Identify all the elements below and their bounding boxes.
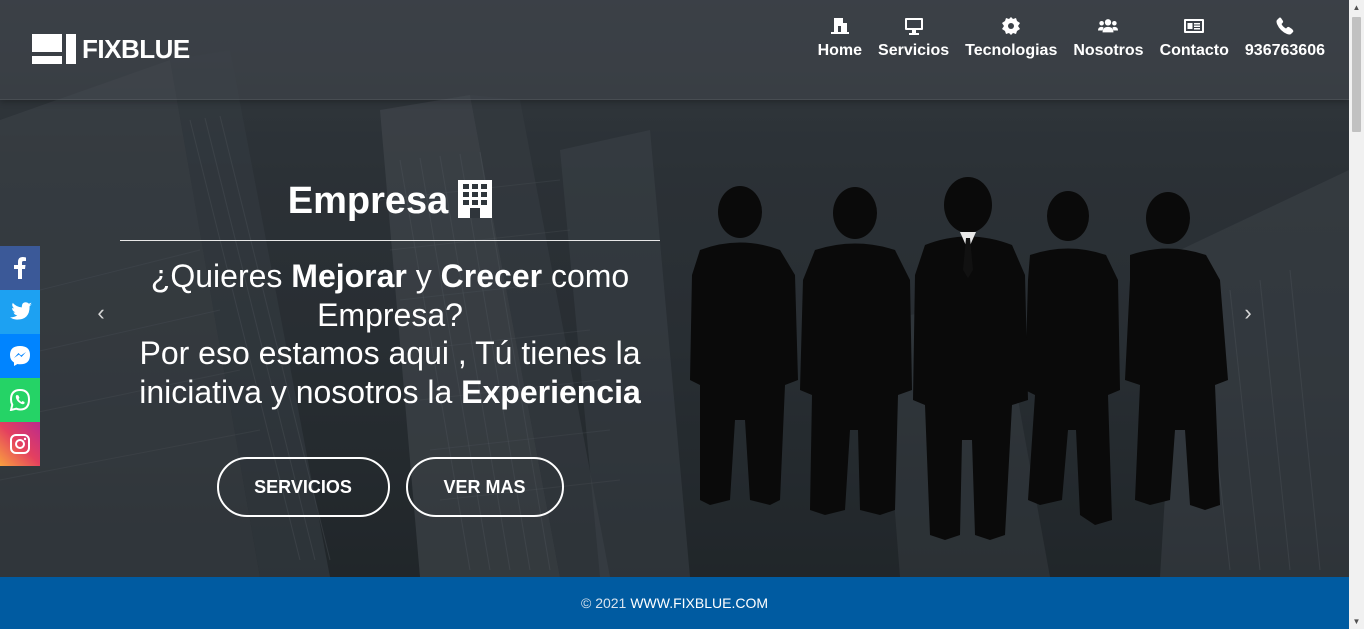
page-scrollbar[interactable]: ▲ ▼ <box>1349 0 1364 629</box>
phone-icon <box>1275 16 1295 36</box>
nav-phone[interactable]: 936763606 <box>1245 16 1325 60</box>
hero-title: Empresa <box>287 179 449 222</box>
nav-home-label: Home <box>817 42 863 59</box>
scrollbar-thumb[interactable] <box>1352 17 1361 132</box>
top-navbar: FIXBLUE Home Servicios Tecnologias Nosot… <box>0 0 1349 100</box>
messenger-icon <box>10 346 30 366</box>
nav-home[interactable]: Home <box>818 16 862 60</box>
ver-mas-button[interactable]: VER MAS <box>405 457 564 517</box>
gear-icon <box>1001 16 1021 36</box>
footer-copyright: © 2021 <box>580 595 627 611</box>
lead-line-4: iniciativa y nosotros la Experiencia <box>139 373 641 410</box>
hero-content: Empresa ¿Quieres Mejorar y Crecer como E… <box>120 178 660 517</box>
nav-servicios[interactable]: Servicios <box>878 16 949 60</box>
nav-servicios-label: Servicios <box>878 42 950 59</box>
whatsapp-icon <box>9 389 31 411</box>
hero-divider <box>120 240 660 241</box>
whatsapp-link[interactable] <box>0 378 40 422</box>
contact-card-icon <box>1184 16 1205 36</box>
social-sidebar <box>0 246 40 466</box>
servicios-button[interactable]: SERVICIOS <box>216 457 390 517</box>
nav-nosotros-label: Nosotros <box>1073 42 1144 59</box>
monitor-icon <box>904 16 924 36</box>
page: FIXBLUE Home Servicios Tecnologias Nosot… <box>0 0 1349 629</box>
lead-line-3: Por eso estamos aqui , Tú tienes la <box>139 335 641 371</box>
hero-section: FIXBLUE Home Servicios Tecnologias Nosot… <box>0 0 1349 577</box>
instagram-icon <box>10 434 30 454</box>
brand-name: FIXBLUE <box>82 33 190 64</box>
nav-tecnologias-label: Tecnologias <box>965 42 1058 59</box>
instagram-link[interactable] <box>0 422 40 466</box>
hero-lead-text: ¿Quieres Mejorar y Crecer como Empresa? … <box>120 257 660 411</box>
scroll-up-arrow-icon[interactable]: ▲ <box>1349 0 1364 15</box>
nav-phone-label: 936763606 <box>1244 42 1325 59</box>
twitter-link[interactable] <box>0 290 40 334</box>
building-door-icon <box>830 16 850 36</box>
facebook-link[interactable] <box>0 246 40 290</box>
hero-buttons: SERVICIOS VER MAS <box>120 457 660 517</box>
nav-tecnologias[interactable]: Tecnologias <box>965 16 1057 60</box>
hero-title-row: Empresa <box>120 178 660 224</box>
nav-contacto[interactable]: Contacto <box>1160 16 1229 60</box>
brand-logo[interactable]: FIXBLUE <box>32 34 190 64</box>
building-icon <box>458 179 493 223</box>
carousel-prev-arrow[interactable]: ‹ <box>89 300 113 326</box>
carousel-next-arrow[interactable]: › <box>1236 300 1260 326</box>
nav-nosotros[interactable]: Nosotros <box>1073 16 1144 60</box>
main-nav: Home Servicios Tecnologias Nosotros Cont… <box>802 16 1325 60</box>
twitter-icon <box>10 302 32 320</box>
logo-mark-icon <box>32 34 76 64</box>
messenger-link[interactable] <box>0 334 40 378</box>
lead-line-1: ¿Quieres Mejorar y Crecer como <box>150 258 630 294</box>
lead-line-2: Empresa? <box>317 296 463 333</box>
footer-site-link[interactable]: WWW.FIXBLUE.COM <box>630 595 768 611</box>
users-icon <box>1098 16 1119 36</box>
nav-contacto-label: Contacto <box>1159 42 1229 59</box>
facebook-icon <box>14 257 26 279</box>
scroll-down-arrow-icon[interactable]: ▼ <box>1349 614 1364 629</box>
footer: © 2021 WWW.FIXBLUE.COM <box>0 577 1349 629</box>
